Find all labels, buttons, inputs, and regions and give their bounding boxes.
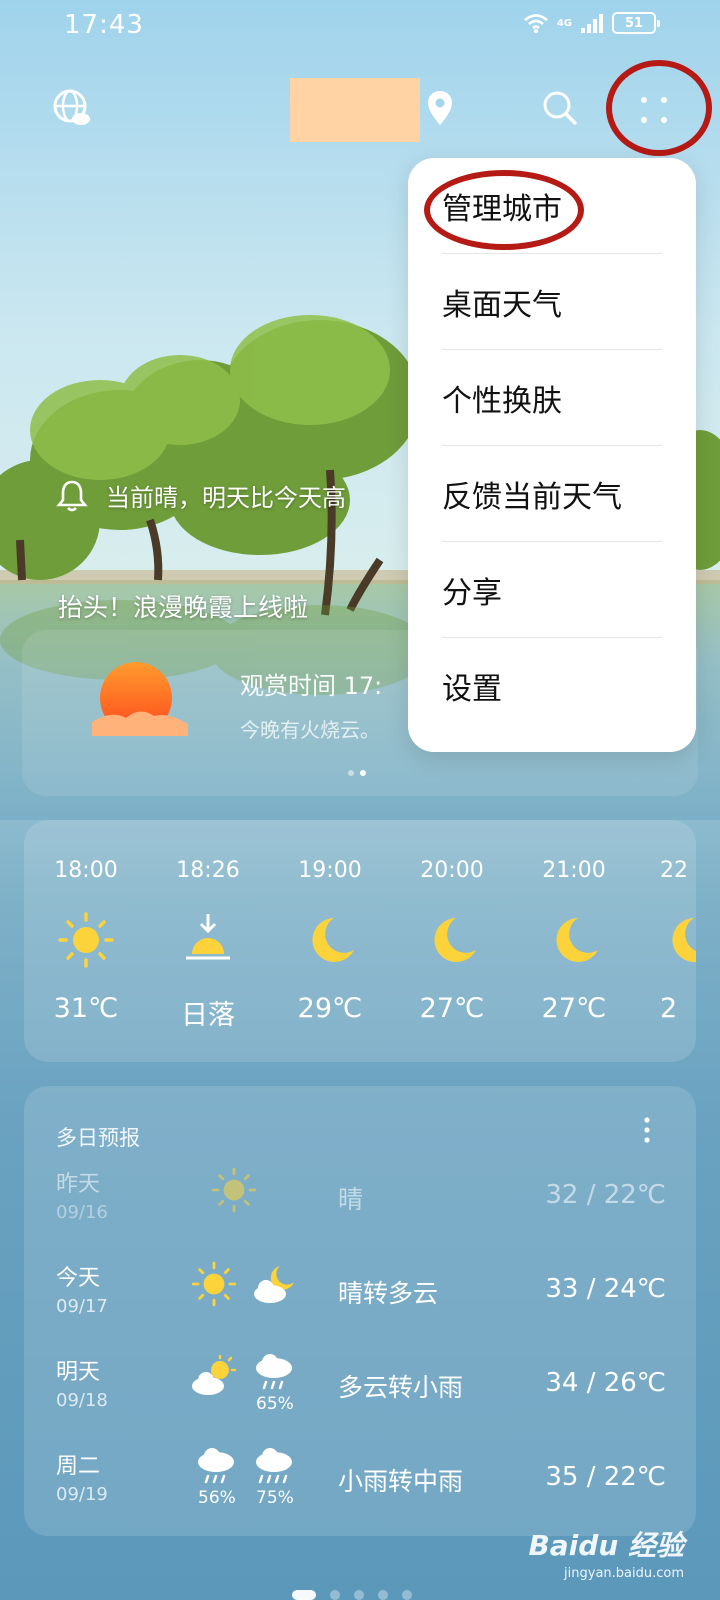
- location-pin-icon[interactable]: [420, 86, 460, 130]
- status-bar: 17:43 4G 51: [0, 0, 720, 56]
- day-condition: 晴转多云: [338, 1279, 439, 1308]
- hour-time: 22: [660, 858, 688, 883]
- day-condition: 多云转小雨: [338, 1373, 464, 1402]
- search-icon[interactable]: [536, 84, 584, 132]
- hour-temp: 27℃: [419, 993, 485, 1024]
- day-row[interactable]: 周二 09/19 56% 75% 小雨转中雨 35 / 22℃: [24, 1440, 696, 1530]
- rain-cloud-icon: [256, 1448, 292, 1484]
- sun-cloud-icon: [192, 1354, 237, 1395]
- moon-icon: [402, 905, 502, 975]
- hour-temp: 29℃: [297, 993, 363, 1024]
- hour-temp: 27℃: [541, 993, 607, 1024]
- day-name: 昨天: [56, 1172, 101, 1197]
- hour-item[interactable]: 21:00 27℃: [524, 858, 624, 1024]
- day-temperature: 32 / 22℃: [545, 1180, 666, 1210]
- wifi-icon: [524, 14, 548, 33]
- day-row[interactable]: 今天 09/17 晴转多云 33 / 24℃: [24, 1252, 696, 1342]
- menu-share[interactable]: 分享: [442, 542, 662, 638]
- day-name: 周二: [56, 1454, 101, 1479]
- moon-icon: [660, 905, 696, 975]
- hour-time: 19:00: [298, 858, 362, 883]
- battery-level: 51: [624, 15, 644, 31]
- page-dot[interactable]: [330, 1590, 340, 1600]
- banner-dot: [348, 770, 354, 776]
- page-dot[interactable]: [378, 1590, 388, 1600]
- highlight-circle-menu: [606, 60, 712, 156]
- page-indicator: [292, 1590, 412, 1600]
- day-condition: 晴: [338, 1185, 364, 1214]
- daily-title: 多日预报: [56, 1126, 140, 1150]
- sunset-icon: [158, 905, 258, 975]
- day-row[interactable]: 昨天 09/16 晴 32 / 22℃: [24, 1158, 696, 1248]
- rain-chance: 75%: [256, 1488, 294, 1508]
- status-icons: 4G 51: [523, 12, 660, 34]
- bell-icon: [56, 480, 88, 511]
- day-name: 明天: [56, 1360, 101, 1385]
- page-dot-active[interactable]: [292, 1590, 316, 1600]
- sunset-view-time: 观赏时间 17:: [240, 672, 383, 700]
- day-date: 09/17: [56, 1296, 108, 1317]
- hour-time: 21:00: [542, 858, 606, 883]
- city-name-redacted[interactable]: [290, 78, 420, 142]
- alert-text: 当前晴，明天比今天高: [106, 484, 346, 512]
- status-time: 17:43: [64, 10, 144, 40]
- moon-icon: [524, 905, 624, 975]
- day-name: 今天: [56, 1266, 101, 1291]
- day-date: 09/16: [56, 1202, 108, 1223]
- highlight-circle-manage-cities: [424, 170, 584, 250]
- cloud-moon-icon: [254, 1266, 294, 1303]
- battery-indicator: 51: [612, 12, 660, 34]
- day-condition: 小雨转中雨: [338, 1467, 464, 1496]
- hour-temp: 日落: [181, 1000, 235, 1031]
- day-temperature: 33 / 24℃: [545, 1274, 666, 1304]
- page-dot[interactable]: [354, 1590, 364, 1600]
- day-temperature: 35 / 22℃: [545, 1462, 666, 1492]
- hour-temp: 31℃: [53, 993, 119, 1024]
- sun-icon: [211, 1167, 257, 1213]
- menu-desktop-weather[interactable]: 桌面天气: [442, 254, 662, 350]
- hour-item[interactable]: 22 2: [646, 858, 696, 1024]
- hour-item[interactable]: 18:00 31℃: [36, 858, 136, 1024]
- rain-cloud-icon: [198, 1448, 234, 1484]
- hour-time: 20:00: [420, 858, 484, 883]
- watermark-logo: Baidu 经验: [528, 1529, 684, 1562]
- more-options-icon[interactable]: [642, 1116, 652, 1144]
- day-date: 09/18: [56, 1390, 108, 1411]
- network-type: 4G: [556, 17, 572, 29]
- day-date: 09/19: [56, 1484, 108, 1505]
- hour-time: 18:00: [54, 858, 118, 883]
- hour-item[interactable]: 20:00 27℃: [402, 858, 502, 1024]
- rain-chance: 56%: [198, 1488, 236, 1508]
- day-temperature: 34 / 26℃: [545, 1368, 666, 1398]
- baidu-watermark: Baidu 经验 jingyan.baidu.com: [528, 1524, 684, 1581]
- weather-alert[interactable]: 当前晴，明天比今天高: [56, 478, 346, 513]
- sunset-sun-icon: [92, 662, 188, 736]
- watermark-url: jingyan.baidu.com: [564, 1566, 684, 1581]
- rain-chance: 65%: [256, 1394, 294, 1414]
- menu-personal-skin[interactable]: 个性换肤: [442, 350, 662, 446]
- overflow-menu: 管理城市 桌面天气 个性换肤 反馈当前天气 分享 设置: [408, 158, 696, 752]
- page-dot[interactable]: [402, 1590, 412, 1600]
- hour-time: 18:26: [176, 858, 240, 883]
- hour-item[interactable]: 19:00 29℃: [280, 858, 380, 1024]
- globe-cloud-icon[interactable]: [48, 84, 96, 132]
- hourly-forecast[interactable]: 18:00 31℃ 18:26 日落 19:00 29℃ 20:00 27℃ 2…: [24, 820, 696, 1062]
- daily-forecast[interactable]: 多日预报 昨天 09/16 晴 32 / 22℃ 今天 09/17 晴转多云 3…: [24, 1086, 696, 1536]
- hour-temp: 2: [660, 993, 678, 1024]
- menu-settings[interactable]: 设置: [442, 638, 662, 734]
- sun-icon: [191, 1261, 237, 1307]
- banner-pager: [348, 770, 366, 776]
- sunset-note: 今晚有火烧云。: [240, 718, 380, 742]
- banner-dot: [360, 770, 366, 776]
- sun-icon: [36, 905, 136, 975]
- menu-feedback-weather[interactable]: 反馈当前天气: [442, 446, 662, 542]
- day-row[interactable]: 明天 09/18 65% 多云转小雨 34 / 26℃: [24, 1346, 696, 1436]
- moon-icon: [280, 905, 380, 975]
- hour-item[interactable]: 18:26 日落: [158, 858, 258, 1032]
- signal-icon: [581, 14, 603, 33]
- sunset-title: 抬头！浪漫晚霞上线啦: [58, 593, 309, 622]
- rain-cloud-icon: [256, 1354, 292, 1390]
